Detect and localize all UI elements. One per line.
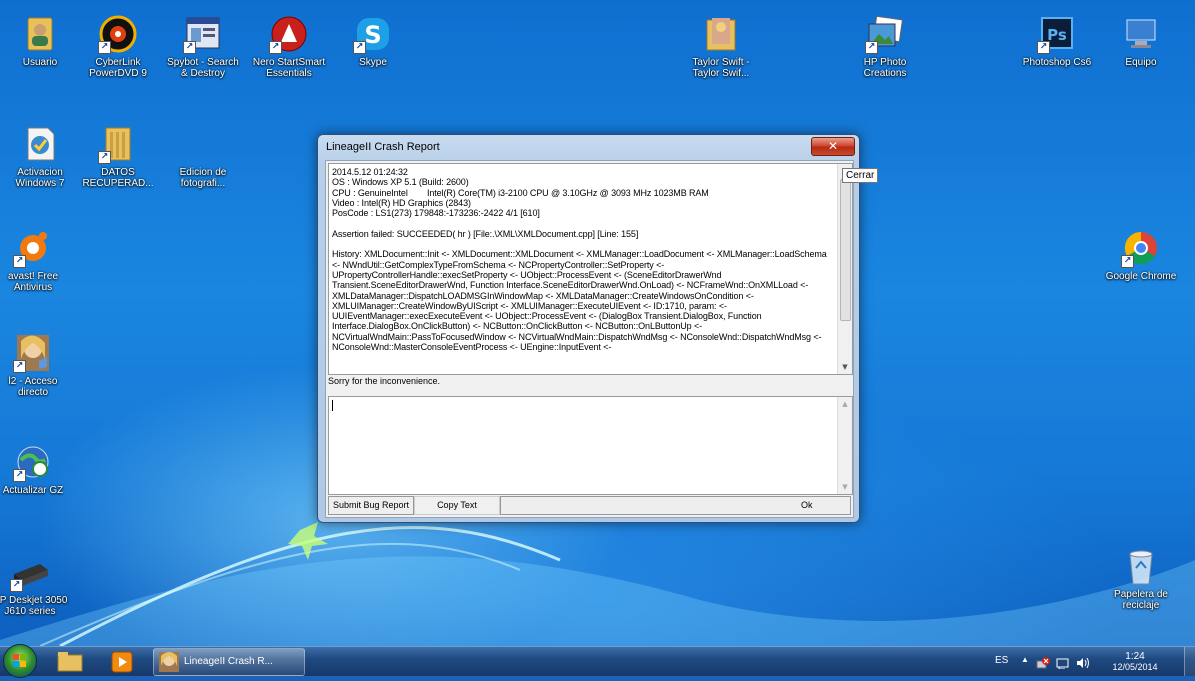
action-center-icon[interactable] [1056,654,1070,670]
desktop-icon-equipo[interactable]: Equipo [1101,14,1181,68]
crash-report-dialog[interactable]: LineageII Crash Report ✕ 2014.5.12 01:24… [317,134,860,523]
dialog-title: LineageII Crash Report [326,141,440,153]
blank-file-icon [183,124,223,164]
comment-textarea[interactable]: ▲ ▼ [328,396,853,495]
taskbar-crash-report-button[interactable]: LineageII Crash R... [153,648,305,676]
desktop-icon-hpphoto[interactable]: ↗ HP Photo Creations [845,14,925,79]
scroll-up-icon[interactable]: ▲ [838,397,852,411]
desktop-icon-papelera[interactable]: Papelera de reciclaje [1101,546,1181,611]
dialog-client-area: 2014.5.12 01:24:32 OS : Windows XP 5.1 (… [325,160,854,518]
clock-date: 12/05/2014 [1112,662,1158,672]
chrome-icon: ↗ [1121,228,1161,268]
computer-icon [1121,14,1161,54]
printer-icon: ↗ [10,552,50,592]
scroll-down-icon[interactable]: ▼ [838,480,852,494]
taskbar-task-label: LineageII Crash R... [184,656,273,667]
svg-text:Ps: Ps [1047,26,1067,44]
dialog-button-row: Submit Bug Report Copy Text Ok [328,496,851,515]
powerdvd-icon: ↗ [98,14,138,54]
system-clock[interactable]: 1:24 12/05/2014 [1100,647,1170,676]
desktop-icon-l2[interactable]: ↗ l2 - Acceso directo [0,333,73,398]
shortcut-arrow-icon: ↗ [13,255,26,268]
taskbar: LineageII Crash R... ES ▲ 1:24 12/05/201… [0,644,1195,678]
scroll-down-icon[interactable]: ▼ [838,360,852,374]
folder-icon [57,652,83,672]
desktop-icon-activacion[interactable]: Activacion Windows 7 [0,124,80,189]
crash-log-textarea[interactable]: 2014.5.12 01:24:32 OS : Windows XP 5.1 (… [328,163,853,375]
comment-scrollbar[interactable]: ▲ ▼ [837,397,852,494]
shortcut-arrow-icon: ↗ [353,41,366,54]
shortcut-arrow-icon: ↗ [13,469,26,482]
shortcut-arrow-icon: ↗ [1121,255,1134,268]
shortcut-arrow-icon: ↗ [10,579,23,592]
clock-time: 1:24 [1125,651,1145,662]
desktop-icon-datos[interactable]: ↗ DATOS RECUPERAD... [78,124,158,189]
media-player-icon [111,651,133,673]
desktop-icon-chrome[interactable]: ↗ Google Chrome [1101,228,1181,282]
taskbar-explorer-button[interactable] [52,649,88,674]
desktop[interactable]: Usuario ↗ CyberLink PowerDVD 9 ↗ Spybot … [0,0,1195,646]
start-button[interactable] [3,644,37,678]
activation-icon [20,124,60,164]
network-error-icon[interactable] [1036,654,1050,669]
desktop-icon-usuario[interactable]: Usuario [0,14,80,68]
log-scrollbar[interactable]: ▲ ▼ [837,164,852,374]
desktop-icon-photoshop[interactable]: Ps ↗ Photoshop Cs6 [1017,14,1097,68]
desktop-icon-avast[interactable]: ↗ avast! Free Antivirus [0,228,73,293]
apology-text: Sorry for the inconvenience. [328,376,441,386]
shortcut-arrow-icon: ↗ [865,41,878,54]
desktop-icon-edicion[interactable]: Edicion de fotografi... [163,124,243,189]
ok-button-label: Ok [801,500,813,510]
text-caret [332,400,333,411]
close-button[interactable]: ✕ [811,137,855,156]
avast-icon: ↗ [13,228,53,268]
l2-shortcut-icon: ↗ [13,333,53,373]
shortcut-arrow-icon: ↗ [269,41,282,54]
photoshop-icon: Ps ↗ [1037,14,1077,54]
shortcut-arrow-icon: ↗ [13,360,26,373]
spybot-icon: ↗ [183,14,223,54]
desktop-icon-taylor[interactable]: Taylor Swift - Taylor Swif... [681,14,761,79]
hp-photo-icon: ↗ [865,14,905,54]
volume-icon[interactable] [1076,654,1090,669]
copy-text-button[interactable]: Copy Text [414,496,500,515]
nero-icon: ↗ [269,14,309,54]
desktop-icon-nero[interactable]: ↗ Nero StartSmart Essentials [249,14,329,79]
shortcut-arrow-icon: ↗ [183,41,196,54]
svg-text:S: S [364,21,381,49]
desktop-icon-deskjet[interactable]: ↗ HP Deskjet 3050 J610 series [0,552,70,617]
folder-icon: ↗ [98,124,138,164]
scroll-thumb[interactable] [840,179,851,321]
ok-button[interactable]: Ok [500,496,851,515]
globe-update-icon: ↗ [13,442,53,482]
recycle-bin-icon [1121,546,1161,586]
skype-icon: S ↗ [353,14,393,54]
language-indicator[interactable]: ES [995,655,1008,666]
desktop-icon-skype[interactable]: S ↗ Skype [333,14,413,68]
crash-log-text: 2014.5.12 01:24:32 OS : Windows XP 5.1 (… [332,167,827,353]
user-folder-icon [20,14,60,54]
show-desktop-button[interactable] [1184,647,1195,676]
show-hidden-icons-button[interactable]: ▲ [1021,655,1029,664]
shortcut-arrow-icon: ↗ [98,41,111,54]
desktop-icon-spybot[interactable]: ↗ Spybot - Search & Destroy [163,14,243,79]
shortcut-arrow-icon: ↗ [98,151,111,164]
close-icon: ✕ [827,139,839,153]
submit-bug-report-button[interactable]: Submit Bug Report [328,496,414,515]
folder-photo-icon [701,14,741,54]
dialog-titlebar[interactable]: LineageII Crash Report ✕ [318,135,859,159]
close-tooltip: Cerrar [842,168,879,183]
windows-logo-icon [13,654,26,667]
lineage-app-icon [159,652,179,672]
shortcut-arrow-icon: ↗ [1037,41,1050,54]
desktop-icon-actualizar[interactable]: ↗ Actualizar GZ [0,442,73,496]
taskbar-media-button[interactable] [104,649,140,674]
desktop-icon-powerdvd[interactable]: ↗ CyberLink PowerDVD 9 [78,14,158,79]
